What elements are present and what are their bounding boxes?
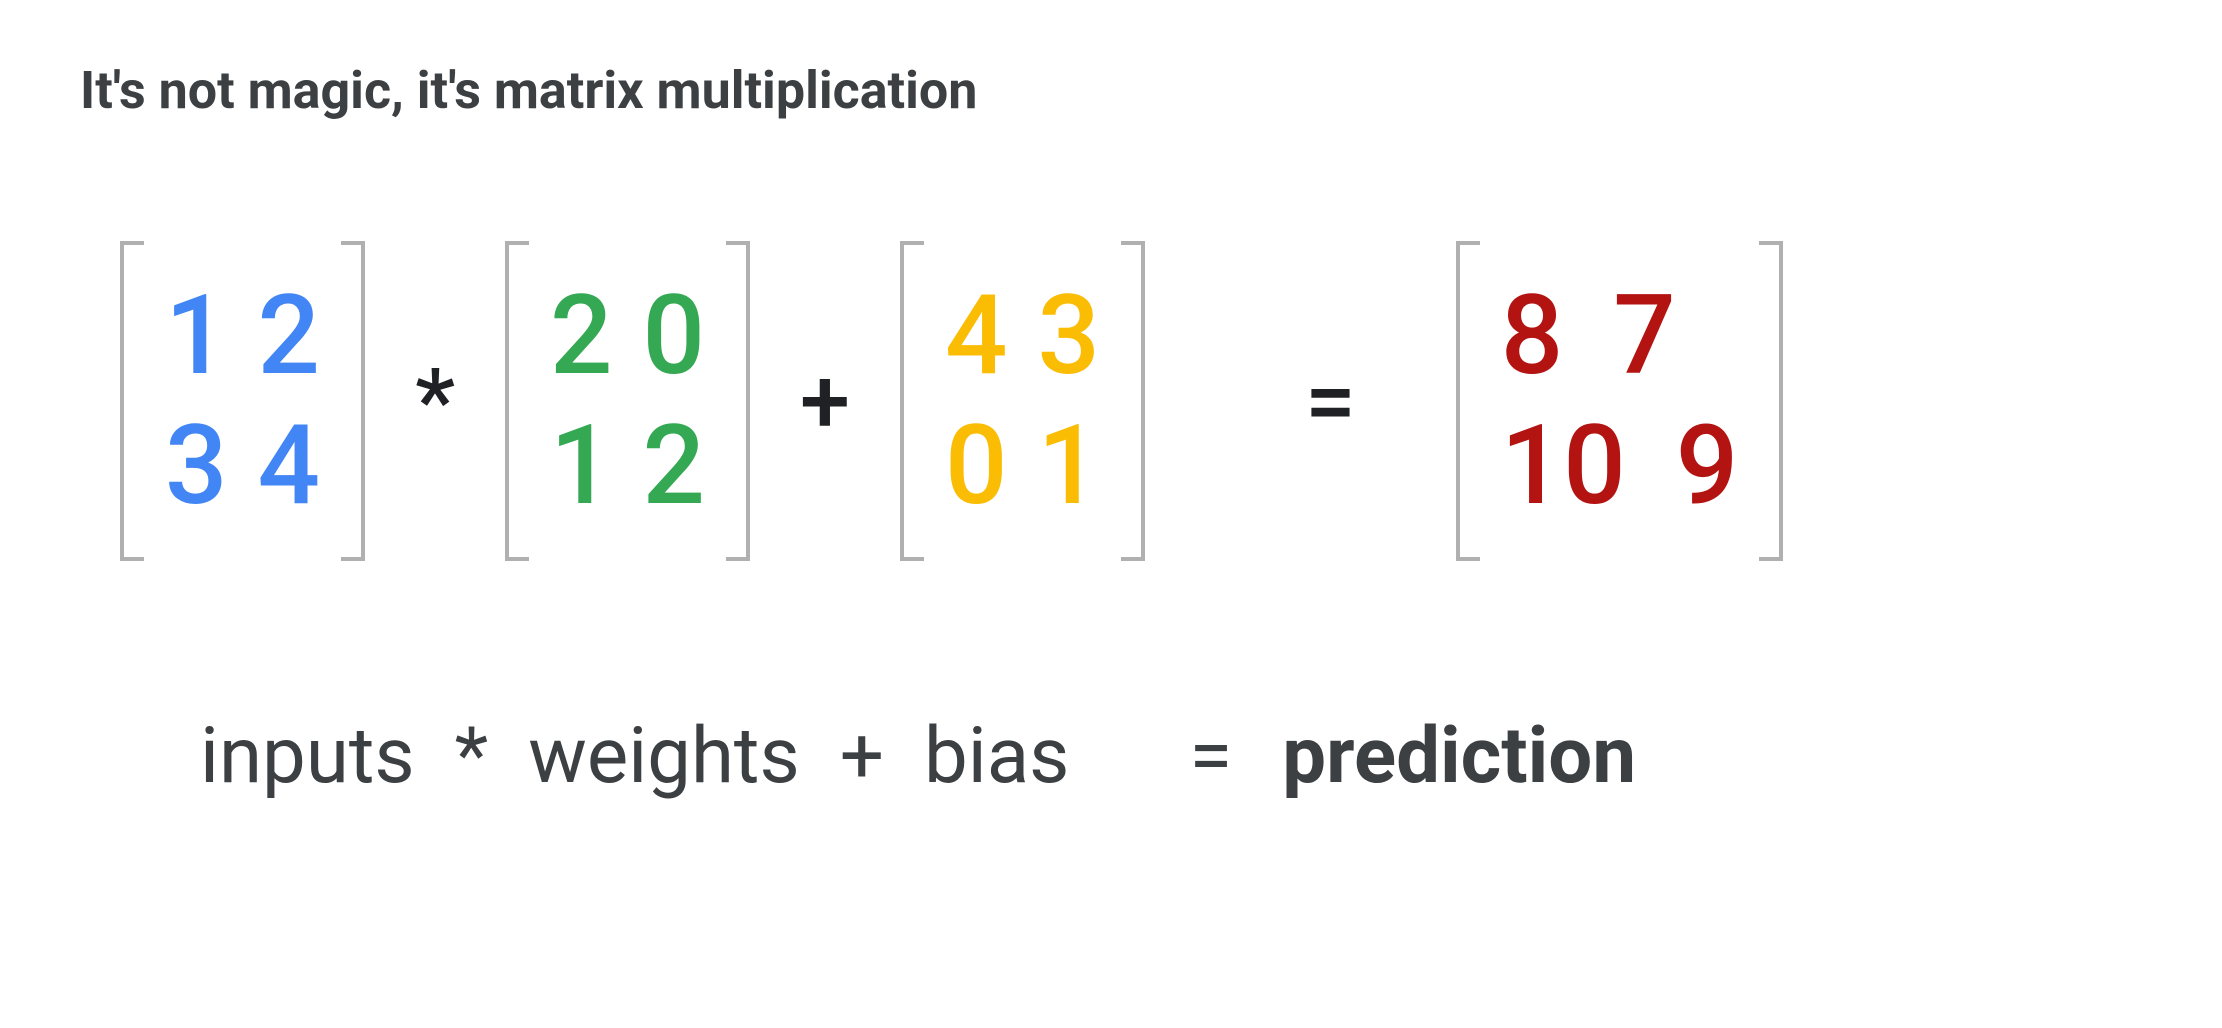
matrix-cell: 8 <box>1501 281 1564 391</box>
plus-label: + <box>840 711 884 802</box>
matrix-cell: 2 <box>258 281 321 391</box>
equation-labels: inputs * weights + bias = prediction <box>200 711 2142 802</box>
weights-matrix: 2 0 1 2 <box>505 241 750 561</box>
equals-label: = <box>1189 711 1232 802</box>
inputs-matrix: 1 2 3 4 <box>120 241 365 561</box>
bracket-left <box>900 241 924 561</box>
matrix-cell: 4 <box>945 281 1008 391</box>
slide-title: It's not magic, it's matrix multiplicati… <box>80 60 2142 121</box>
bracket-left <box>1456 241 1480 561</box>
matrix-cell: 2 <box>643 411 706 521</box>
matrix-cell: 3 <box>165 411 228 521</box>
equals-operator: = <box>1185 349 1416 454</box>
prediction-matrix: 8 7 10 9 <box>1456 241 1784 561</box>
bracket-right <box>1759 241 1783 561</box>
matrix-cell: 1 <box>550 411 613 521</box>
bias-label: bias <box>924 711 1069 802</box>
weights-label: weights <box>528 711 799 802</box>
bracket-right <box>1121 241 1145 561</box>
prediction-label: prediction <box>1282 711 1636 802</box>
matrix-equation: 1 2 3 4 * 2 0 1 2 + <box>120 241 2142 561</box>
matrix-cell: 2 <box>550 281 613 391</box>
plus-operator: + <box>790 349 860 454</box>
matrix-cell: 4 <box>258 411 321 521</box>
matrix-cell: 0 <box>945 411 1008 521</box>
matrix-cell: 1 <box>165 281 228 391</box>
multiply-operator: * <box>405 349 465 454</box>
multiply-label: * <box>455 711 489 802</box>
matrix-cell: 0 <box>643 281 706 391</box>
bias-matrix: 4 3 0 1 <box>900 241 1145 561</box>
matrix-cell: 9 <box>1676 411 1739 521</box>
matrix-cell: 10 <box>1501 411 1626 521</box>
bracket-right <box>726 241 750 561</box>
matrix-cell: 7 <box>1613 281 1676 391</box>
inputs-label: inputs <box>200 711 415 802</box>
bracket-right <box>341 241 365 561</box>
matrix-cell: 3 <box>1038 281 1101 391</box>
matrix-cell: 1 <box>1038 411 1101 521</box>
bracket-left <box>120 241 144 561</box>
bracket-left <box>505 241 529 561</box>
